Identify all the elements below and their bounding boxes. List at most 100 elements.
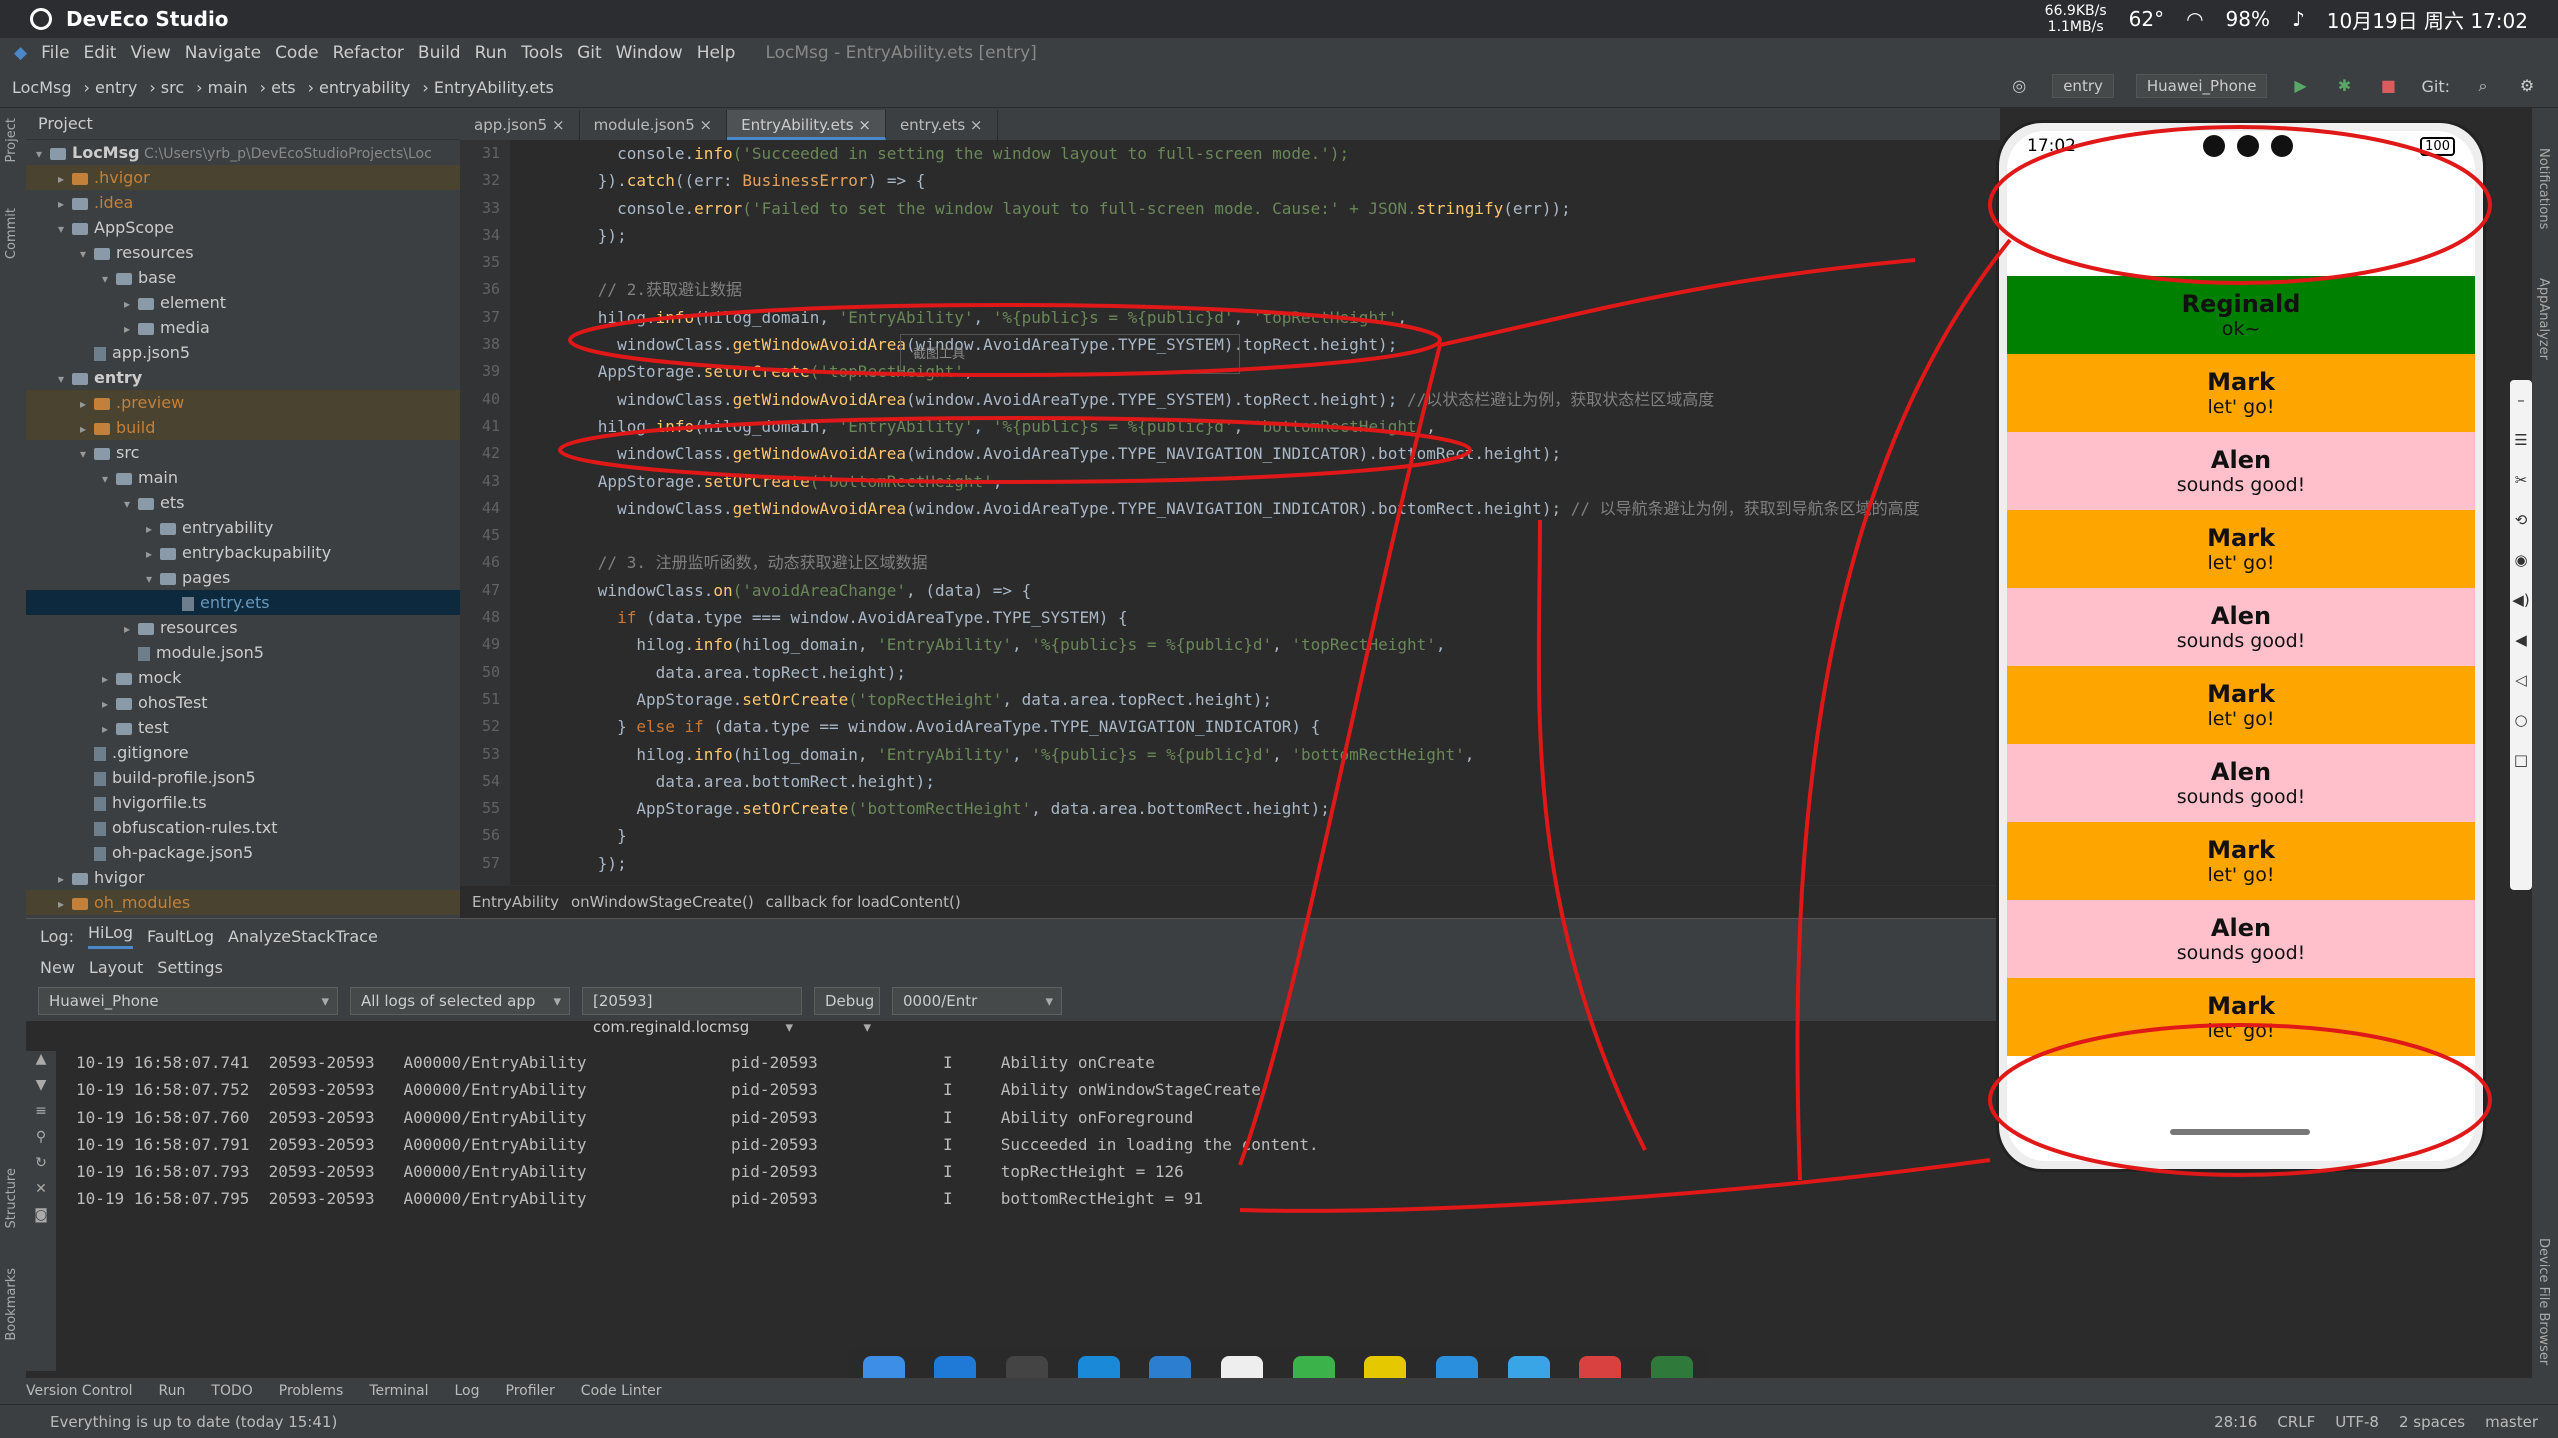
expand-arrow-icon[interactable]: ▾ — [58, 367, 72, 392]
message-item[interactable]: Mark let' go! — [2007, 978, 2475, 1056]
bottom-tool-todo[interactable]: TODO — [211, 1383, 252, 1399]
menu-help[interactable]: Help — [697, 43, 736, 63]
menu-view[interactable]: View — [130, 43, 170, 63]
menu-refactor[interactable]: Refactor — [333, 43, 404, 63]
expand-arrow-icon[interactable]: ▸ — [58, 192, 72, 217]
nav-crumb[interactable]: › main — [196, 78, 247, 97]
appanalyzer-tool-tab[interactable]: AppAnalyzer — [2536, 278, 2551, 360]
editor-tab[interactable]: module.json5 × — [580, 110, 728, 140]
menu-git[interactable]: Git — [577, 43, 602, 63]
tree-item[interactable]: obfuscation-rules.txt — [26, 815, 460, 840]
editor-crumb[interactable]: callback for loadContent() — [766, 893, 961, 911]
log-tab[interactable]: AnalyzeStackTrace — [228, 927, 378, 946]
log-search-input[interactable]: 0000/Entr — [892, 987, 1062, 1015]
bottom-tool-problems[interactable]: Problems — [279, 1383, 344, 1399]
tree-item[interactable]: ▸ media — [26, 315, 460, 340]
code-area[interactable]: console.info('Succeeded in setting the w… — [540, 140, 1990, 885]
tree-item[interactable]: app.json5 — [26, 340, 460, 365]
log-level-filter[interactable]: Debug — [814, 987, 880, 1040]
tree-item[interactable]: entry.ets — [26, 590, 460, 615]
expand-arrow-icon[interactable]: ▸ — [124, 317, 138, 342]
expand-arrow-icon[interactable]: ▸ — [102, 717, 116, 742]
volume-down-icon[interactable]: ◀ — [2510, 620, 2532, 660]
line-ending[interactable]: CRLF — [2277, 1413, 2315, 1431]
tree-item[interactable]: ▸ .preview — [26, 390, 460, 415]
expand-arrow-icon[interactable]: ▸ — [58, 892, 72, 917]
menu-window[interactable]: Window — [616, 43, 683, 63]
recent-icon[interactable]: □ — [2510, 740, 2532, 780]
expand-arrow-icon[interactable]: ▸ — [58, 167, 72, 192]
bottom-tool-log[interactable]: Log — [454, 1383, 479, 1399]
expand-arrow-icon[interactable]: ▾ — [124, 492, 138, 517]
tree-item[interactable]: ▸ mock — [26, 665, 460, 690]
debug-icon[interactable]: ✱ — [2333, 75, 2355, 97]
tree-item[interactable]: build-profile.json5 — [26, 765, 460, 790]
log-toolbar-button[interactable]: Layout — [89, 958, 143, 977]
menu-file[interactable]: File — [41, 43, 69, 63]
expand-arrow-icon[interactable]: ▾ — [80, 242, 94, 267]
message-item[interactable]: Alen sounds good! — [2007, 900, 2475, 978]
scroll-up-icon[interactable]: ▲ — [26, 1051, 56, 1077]
navigation-indicator[interactable] — [2170, 1129, 2310, 1135]
tree-item[interactable]: ▾ AppScope — [26, 215, 460, 240]
cursor-position[interactable]: 28:16 — [2214, 1413, 2257, 1431]
log-toolbar-button[interactable]: Settings — [157, 958, 223, 977]
expand-arrow-icon[interactable]: ▸ — [102, 692, 116, 717]
expand-arrow-icon[interactable]: ▾ — [80, 442, 94, 467]
log-toolbar-button[interactable]: New — [40, 958, 75, 977]
datetime-label[interactable]: 10月19日 周六 17:02 — [2327, 5, 2528, 34]
tree-item[interactable]: ▾ LocMsg C:\Users\yrb_p\DevEcoStudioProje… — [26, 140, 460, 165]
restart-icon[interactable]: ↻ — [26, 1155, 56, 1181]
tree-item[interactable]: ▸ ohosTest — [26, 690, 460, 715]
expand-arrow-icon[interactable]: ▾ — [146, 567, 160, 592]
tree-item[interactable]: oh-package.json5 — [26, 840, 460, 865]
bottom-tool-version-control[interactable]: Version Control — [26, 1383, 133, 1399]
settings-icon[interactable]: ⚙ — [2516, 75, 2538, 97]
scroll-down-icon[interactable]: ▼ — [26, 1077, 56, 1103]
bottom-tool-terminal[interactable]: Terminal — [369, 1383, 428, 1399]
clear-icon[interactable]: ✕ — [26, 1181, 56, 1207]
tree-item[interactable]: ▾ ets — [26, 490, 460, 515]
editor-tab[interactable]: app.json5 × — [460, 110, 580, 140]
menu-icon[interactable]: ☰ — [2510, 420, 2532, 460]
message-item[interactable]: Mark let' go! — [2007, 666, 2475, 744]
cut-icon[interactable]: ✂ — [2510, 460, 2532, 500]
expand-arrow-icon[interactable]: ▾ — [36, 142, 50, 167]
menu-run[interactable]: Run — [475, 43, 508, 63]
message-item[interactable]: Alen sounds good! — [2007, 744, 2475, 822]
message-item[interactable]: Reginald ok~ — [2007, 276, 2475, 354]
bottom-tool-run[interactable]: Run — [159, 1383, 186, 1399]
encoding[interactable]: UTF-8 — [2335, 1413, 2379, 1431]
tree-item[interactable]: ▸ hvigor — [26, 865, 460, 890]
message-item[interactable]: Mark let' go! — [2007, 354, 2475, 432]
tree-item[interactable]: ▾ resources — [26, 240, 460, 265]
tree-item[interactable]: .gitignore — [26, 740, 460, 765]
commit-tool-tab[interactable]: Commit — [4, 208, 19, 259]
battery-label[interactable]: 98% — [2226, 7, 2270, 31]
app-menu-icon[interactable]: ◆ — [14, 43, 27, 63]
indent[interactable]: 2 spaces — [2399, 1413, 2465, 1431]
volume-icon[interactable]: ♪ — [2292, 7, 2305, 31]
menu-build[interactable]: Build — [418, 43, 461, 63]
tree-item[interactable]: ▾ main — [26, 465, 460, 490]
project-tool-tab[interactable]: Project — [4, 118, 19, 162]
menu-tools[interactable]: Tools — [521, 43, 563, 63]
location-icon[interactable]: ◉ — [2510, 540, 2532, 580]
volume-up-icon[interactable]: ◀) — [2510, 580, 2532, 620]
bottom-tool-profiler[interactable]: Profiler — [506, 1383, 555, 1399]
tree-item[interactable]: ▸ resources — [26, 615, 460, 640]
tree-item[interactable]: ▾ base — [26, 265, 460, 290]
nav-crumb[interactable]: › EntryAbility.ets — [422, 78, 554, 97]
search-icon[interactable]: ⌕ — [2472, 75, 2494, 97]
log-tab[interactable]: HiLog — [87, 923, 134, 949]
message-item[interactable]: Mark let' go! — [2007, 510, 2475, 588]
filter-icon[interactable]: ⚲ — [26, 1129, 56, 1155]
log-process-filter[interactable]: [20593] com.reginald.locmsg — [582, 987, 802, 1040]
menu-navigate[interactable]: Navigate — [185, 43, 261, 63]
log-tab[interactable]: FaultLog — [147, 927, 214, 946]
tree-item[interactable]: ▾ entry — [26, 365, 460, 390]
git-branch[interactable]: master — [2485, 1413, 2538, 1431]
minimize-icon[interactable]: – — [2510, 380, 2532, 420]
expand-arrow-icon[interactable]: ▸ — [124, 292, 138, 317]
tree-item[interactable]: module.json5 — [26, 640, 460, 665]
